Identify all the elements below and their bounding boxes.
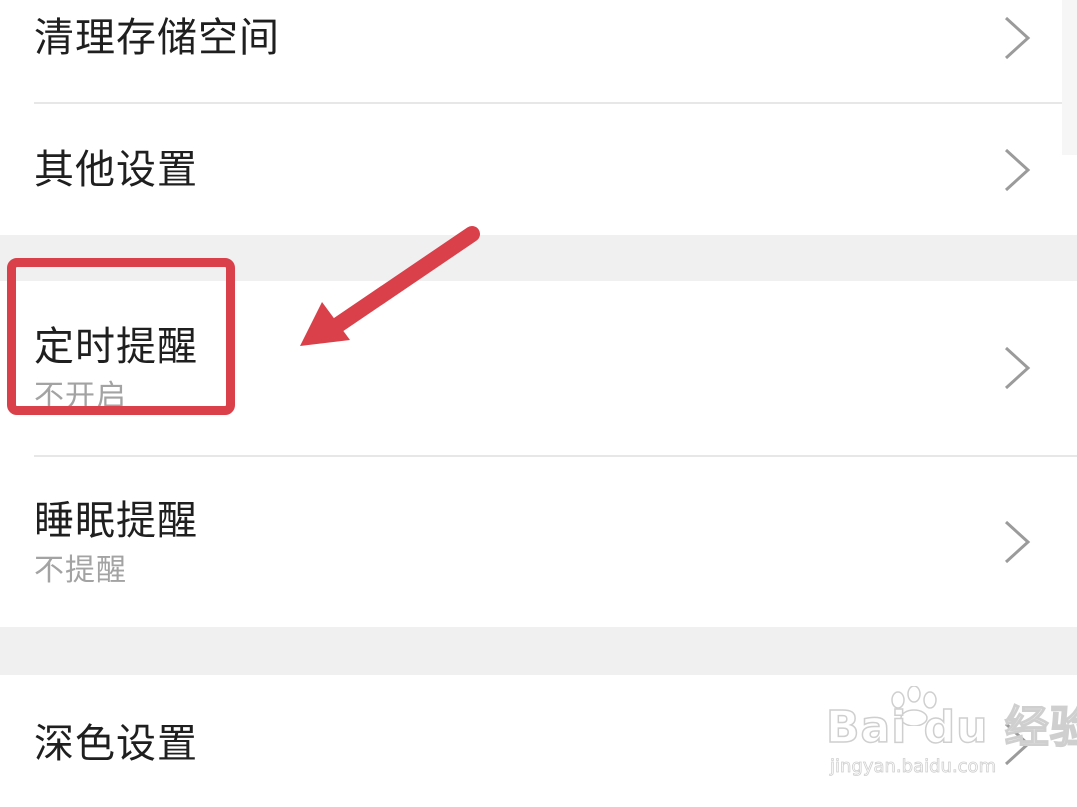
settings-item-timed-reminder[interactable]: 定时提醒 不开启 <box>0 281 1077 455</box>
chevron-right-icon <box>1004 722 1031 766</box>
settings-item-sleep-reminder[interactable]: 睡眠提醒 不提醒 <box>0 457 1077 627</box>
settings-screen: 清理存储空间 其他设置 定时提醒 不开启 睡眠提醒 不提醒 深色设置 Bai d… <box>0 0 1077 807</box>
settings-item-title: 睡眠提醒 <box>34 498 198 544</box>
settings-item-status: 不提醒 <box>34 553 127 588</box>
settings-item-title: 其他设置 <box>34 147 198 193</box>
chevron-right-icon <box>1004 346 1031 390</box>
settings-item-title: 深色设置 <box>34 721 198 767</box>
settings-item-status: 不开启 <box>34 379 127 414</box>
settings-item-dark-mode[interactable]: 深色设置 <box>0 675 1077 807</box>
settings-item-clear-storage[interactable]: 清理存储空间 <box>0 0 1077 103</box>
section-separator <box>0 235 1077 281</box>
chevron-right-icon <box>1004 520 1031 564</box>
scrollbar-track <box>1062 0 1077 155</box>
settings-item-other-settings[interactable]: 其他设置 <box>0 104 1077 235</box>
settings-item-title: 清理存储空间 <box>34 15 280 61</box>
settings-item-title: 定时提醒 <box>34 324 198 370</box>
chevron-right-icon <box>1004 148 1031 192</box>
chevron-right-icon <box>1004 16 1031 60</box>
section-separator <box>0 627 1077 675</box>
